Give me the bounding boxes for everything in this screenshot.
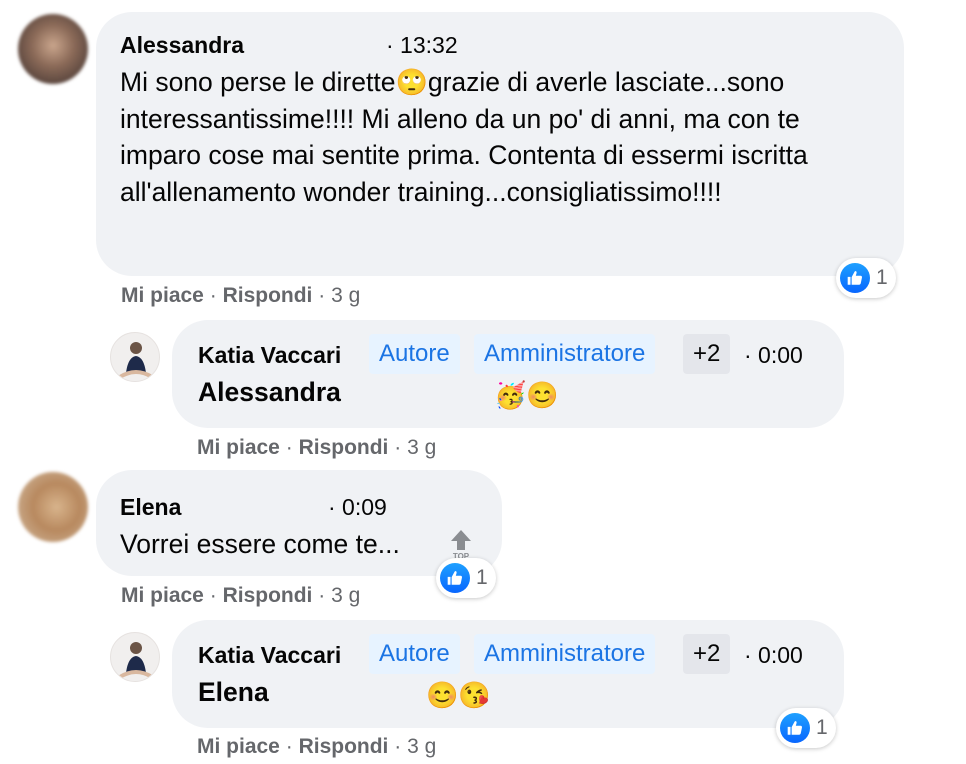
comment-author-name[interactable]: Elena (120, 494, 181, 521)
separator: · (318, 284, 326, 307)
reply-timestamp[interactable]: · 0:00 (744, 642, 803, 669)
like-thumbs-up-icon (780, 713, 810, 743)
separator: · (209, 284, 217, 307)
reply-bubble-katia-2: Katia Vaccari Autore Amministratore +2 ·… (172, 620, 844, 728)
mention-elena[interactable]: Elena (198, 674, 269, 711)
comment-timestamp[interactable]: · 13:32 (386, 32, 458, 59)
comment-actions: Mi piace · Rispondi · 3 g (121, 584, 360, 608)
avatar-alessandra[interactable] (18, 14, 88, 84)
reaction-count: 1 (476, 566, 488, 589)
comment-text: Mi sono perse le dirette🙄grazie di averl… (120, 64, 832, 210)
avatar-elena[interactable] (18, 472, 88, 542)
mention-alessandra[interactable]: Alessandra (198, 374, 341, 411)
admin-badge: Amministratore (474, 634, 656, 674)
reply-author-name[interactable]: Katia Vaccari (198, 642, 341, 669)
rolling-eyes-emoji: 🙄 (395, 67, 428, 97)
like-link[interactable]: Mi piace (197, 436, 280, 459)
separator: · (285, 436, 293, 459)
comment-age[interactable]: 3 g (331, 584, 360, 607)
like-thumbs-up-icon (440, 563, 470, 593)
separator: · (318, 584, 326, 607)
like-link[interactable]: Mi piace (197, 735, 280, 758)
like-link[interactable]: Mi piace (121, 284, 204, 307)
admin-badge: Amministratore (474, 334, 656, 374)
separator: · (209, 584, 217, 607)
author-badge: Autore (369, 334, 460, 374)
person-icon (118, 642, 154, 679)
reaction-count-katia-reply[interactable]: 1 (776, 708, 836, 748)
reaction-count: 1 (876, 266, 888, 289)
reaction-count-alessandra[interactable]: 1 (836, 258, 896, 298)
comment-timestamp[interactable]: · 0:09 (328, 494, 387, 521)
reply-link[interactable]: Rispondi (299, 735, 389, 758)
like-link[interactable]: Mi piace (121, 584, 204, 607)
avatar-katia-vaccari[interactable] (110, 332, 160, 382)
reply-age[interactable]: 3 g (407, 735, 436, 758)
separator: · (285, 735, 293, 758)
person-icon (118, 342, 154, 379)
more-badges[interactable]: +2 (683, 334, 731, 374)
separator: · (394, 735, 402, 758)
comment-actions: Mi piace · Rispondi · 3 g (121, 284, 360, 308)
reply-timestamp[interactable]: · 0:00 (744, 342, 803, 369)
comment-author-name[interactable]: Alessandra (120, 32, 244, 59)
author-badge: Autore (369, 634, 460, 674)
reaction-count-elena[interactable]: 1 (436, 558, 496, 598)
reply-author-name[interactable]: Katia Vaccari (198, 342, 341, 369)
comment-age[interactable]: 3 g (331, 284, 360, 307)
top-arrow-icon: TOP (446, 528, 476, 561)
reply-link[interactable]: Rispondi (223, 284, 313, 307)
comment-text: Vorrei essere come te... (120, 529, 400, 559)
reply-actions: Mi piace · Rispondi · 3 g (197, 735, 436, 759)
comment-text-part1: Mi sono perse le dirette (120, 67, 396, 97)
reply-bubble-katia-1: Katia Vaccari Autore Amministratore +2 ·… (172, 320, 844, 428)
comment-bubble-elena: Elena · 0:09 Vorrei essere come te... TO… (96, 470, 502, 576)
avatar-katia-vaccari[interactable] (110, 632, 160, 682)
reply-link[interactable]: Rispondi (299, 436, 389, 459)
reply-actions: Mi piace · Rispondi · 3 g (197, 436, 436, 460)
like-thumbs-up-icon (840, 263, 870, 293)
reply-emojis: 🥳😊 (494, 380, 559, 410)
reply-link[interactable]: Rispondi (223, 584, 313, 607)
comment-bubble-alessandra: Alessandra · 13:32 Mi sono perse le dire… (96, 12, 904, 276)
more-badges[interactable]: +2 (683, 634, 731, 674)
reply-emojis: 😊😘 (426, 680, 491, 710)
reaction-count: 1 (816, 716, 828, 739)
reply-age[interactable]: 3 g (407, 436, 436, 459)
separator: · (394, 436, 402, 459)
